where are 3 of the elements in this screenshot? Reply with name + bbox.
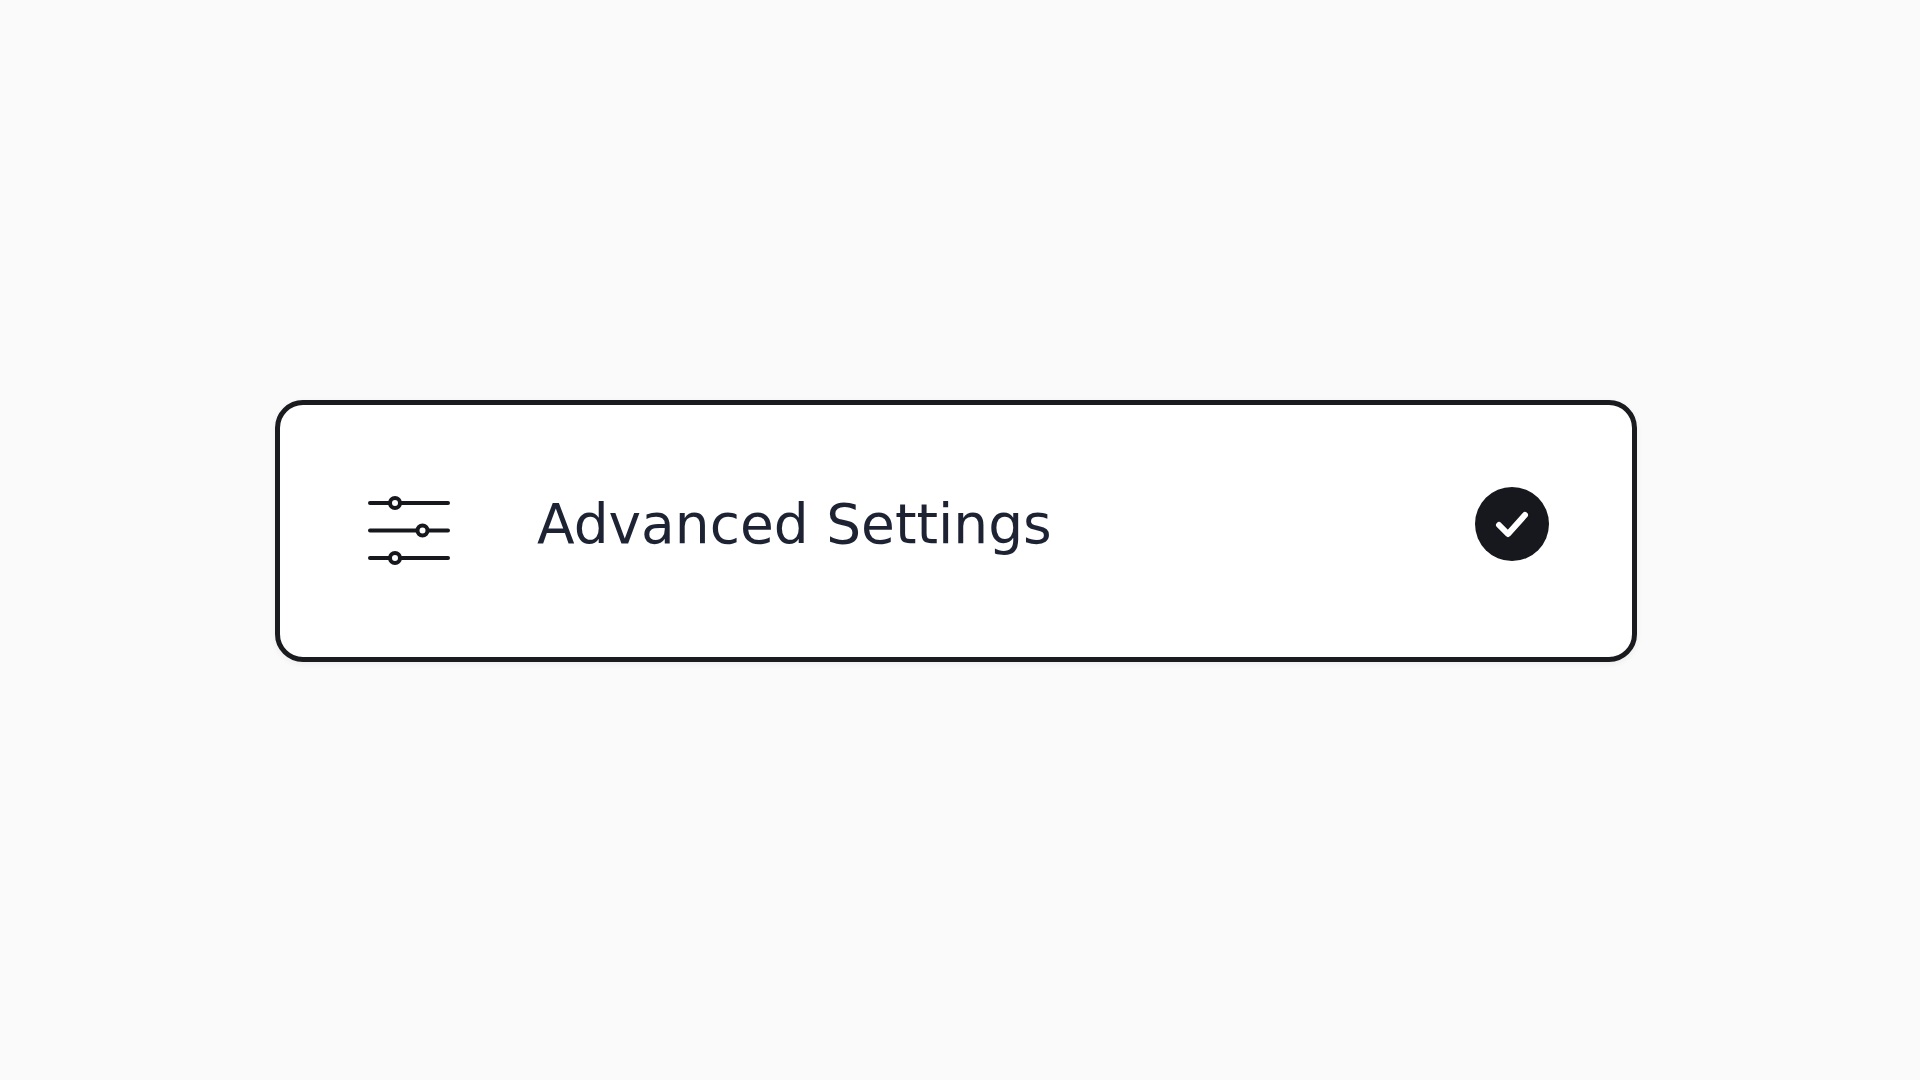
option-label: Advanced Settings (537, 491, 1052, 557)
sliders-icon (368, 495, 450, 567)
settings-option-card[interactable]: Advanced Settings (275, 400, 1637, 662)
